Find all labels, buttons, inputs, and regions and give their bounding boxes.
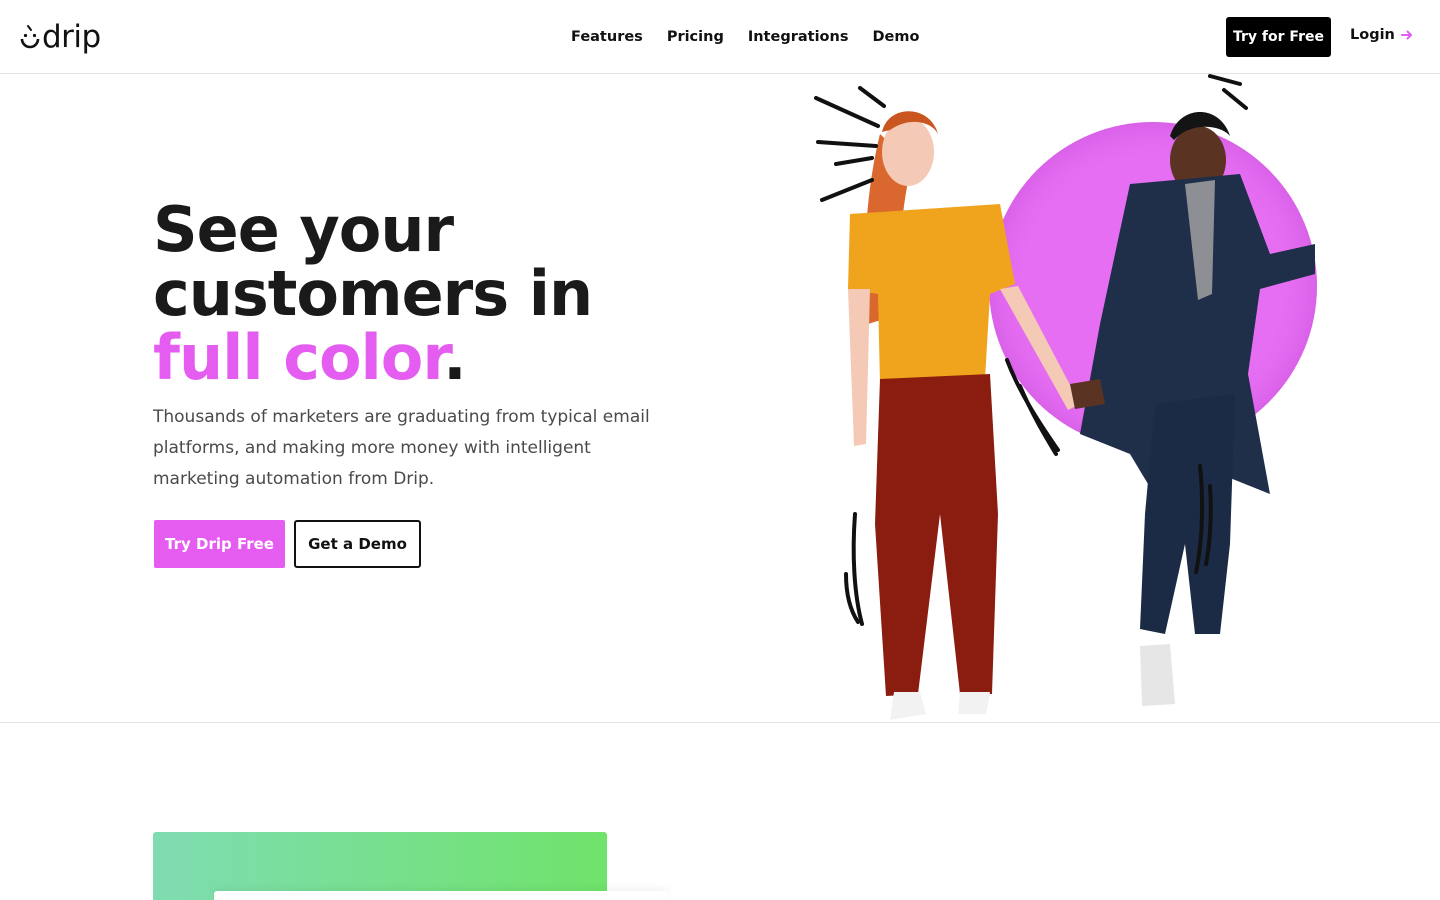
nav-pricing[interactable]: Pricing xyxy=(667,26,724,48)
get-a-demo-button[interactable]: Get a Demo xyxy=(294,520,421,568)
login-link[interactable]: Login xyxy=(1350,27,1413,43)
site-header: drip Features Pricing Integrations Demo … xyxy=(0,0,1440,74)
main-nav: Features Pricing Integrations Demo xyxy=(571,26,919,48)
nav-features[interactable]: Features xyxy=(571,26,643,48)
hero-title-accent: full color xyxy=(153,321,444,394)
hero-illustration xyxy=(810,74,1330,722)
hero-title-line-2: customers in xyxy=(153,257,593,330)
hero-subtitle: Thousands of marketers are graduating fr… xyxy=(153,407,650,489)
feature-preview-card xyxy=(214,891,668,900)
hero-title-period: . xyxy=(443,321,467,394)
try-drip-free-button[interactable]: Try Drip Free xyxy=(154,520,285,568)
login-label: Login xyxy=(1350,27,1395,43)
section-divider xyxy=(0,722,1440,723)
nav-integrations[interactable]: Integrations xyxy=(748,26,849,48)
drip-smile-logo-icon xyxy=(20,25,40,49)
try-for-free-button[interactable]: Try for Free xyxy=(1226,17,1331,57)
nav-demo[interactable]: Demo xyxy=(872,26,919,48)
gradient-feature-card xyxy=(153,832,607,900)
hero-title-line-1: See your xyxy=(153,193,454,266)
arrow-right-icon xyxy=(1400,30,1412,40)
drip-logo[interactable]: drip xyxy=(20,20,101,54)
logo-wordmark: drip xyxy=(42,19,101,55)
hero-title: See your customers in full color. xyxy=(153,198,793,390)
